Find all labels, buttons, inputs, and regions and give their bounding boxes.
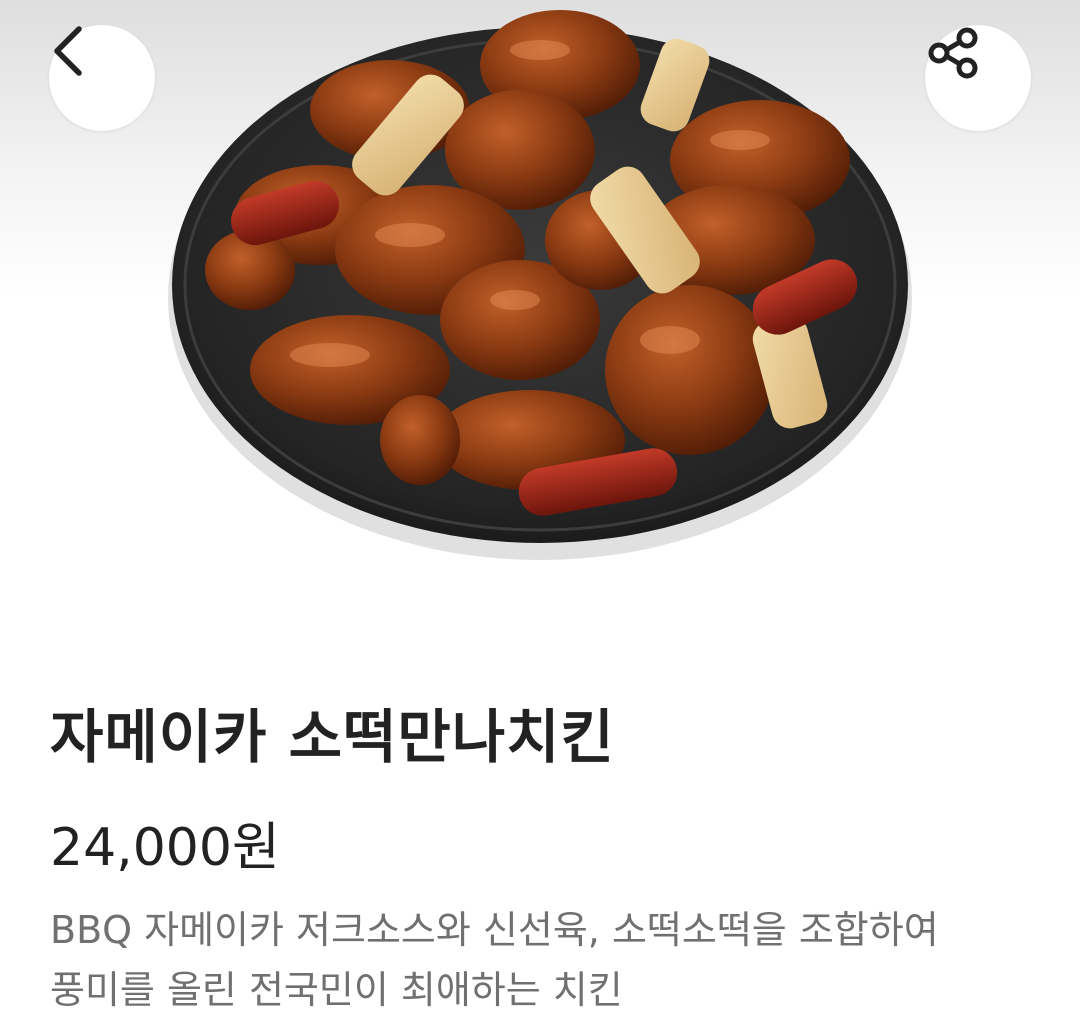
chicken-piece (605, 285, 775, 455)
share-button[interactable] (925, 25, 1031, 131)
chevron-left-icon (54, 26, 82, 76)
product-description: BBQ 자메이카 저크소스와 신선육, 소떡소떡을 조합하여 풍미를 올린 전국… (50, 900, 1040, 1020)
product-title: 자메이카 소떡만나치킨 (50, 703, 615, 771)
product-image (0, 0, 1080, 600)
back-button[interactable] (49, 25, 155, 131)
description-line: BBQ 자메이카 저크소스와 신선육, 소떡소떡을 조합하여 (50, 908, 939, 952)
chicken-plate-illustration (168, 10, 912, 560)
share-icon (928, 27, 978, 79)
chicken-piece (380, 395, 460, 485)
description-line: 풍미를 올린 전국민이 최애하는 치킨 (50, 968, 623, 1012)
product-price: 24,000원 (50, 818, 280, 878)
